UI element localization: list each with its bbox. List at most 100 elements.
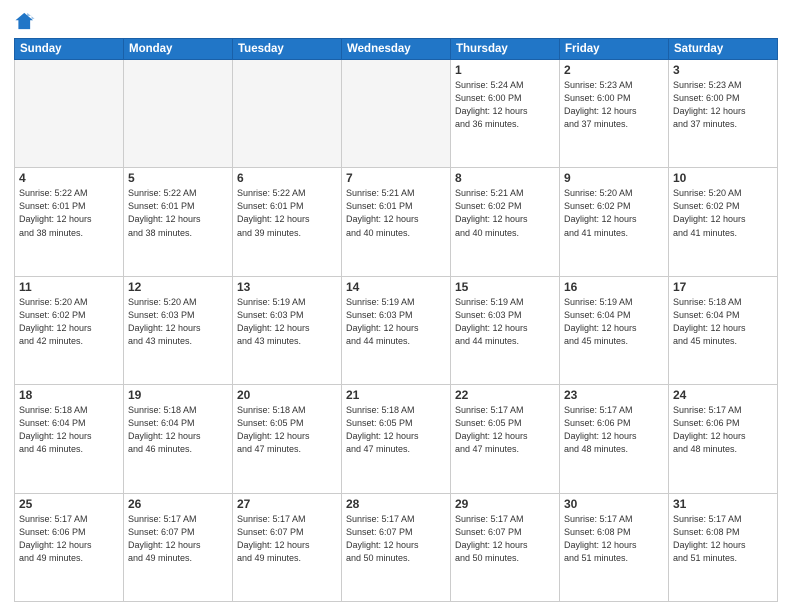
calendar-cell: 10 Sunrise: 5:20 AM Sunset: 6:02 PM Dayli… [669,168,778,276]
calendar-week-1: 1 Sunrise: 5:24 AM Sunset: 6:00 PM Daylig… [15,60,778,168]
day-info: Sunrise: 5:19 AM Sunset: 6:03 PM Dayligh… [455,296,555,348]
calendar-cell: 26Sunrise: 5:17 AM Sunset: 6:07 PM Dayli… [124,493,233,601]
calendar-cell: 5 Sunrise: 5:22 AM Sunset: 6:01 PM Daylig… [124,168,233,276]
calendar-week-5: 25 Sunrise: 5:17 AM Sunset: 6:06 PM Dayli… [15,493,778,601]
day-info: Sunrise: 5:20 AM Sunset: 6:02 PM Dayligh… [19,296,119,348]
day-info: Sunrise: 5:17 AM Sunset: 6:07 PM Dayligh… [128,513,228,565]
calendar-cell: 8 Sunrise: 5:21 AM Sunset: 6:02 PM Daylig… [451,168,560,276]
calendar-cell: 22 Sunrise: 5:17 AM Sunset: 6:05 PM Dayli… [451,385,560,493]
weekday-header-wednesday: Wednesday [342,39,451,60]
calendar-cell [342,60,451,168]
day-info: Sunrise: 5:19 AM Sunset: 6:04 PM Dayligh… [564,296,664,348]
calendar-cell: 15 Sunrise: 5:19 AM Sunset: 6:03 PM Dayli… [451,276,560,384]
weekday-header-row: SundayMondayTuesdayWednesdayThursdayFrid… [15,39,778,60]
day-info: Sunrise: 5:17 AM Sunset: 6:07 PM Dayligh… [237,513,337,565]
day-number: 15 [455,280,555,294]
calendar-table: SundayMondayTuesdayWednesdayThursdayFrid… [14,38,778,602]
day-number: 10 [673,171,773,185]
calendar-cell: 21 Sunrise: 5:18 AM Sunset: 6:05 PM Dayli… [342,385,451,493]
calendar-cell: 17Sunrise: 5:18 AM Sunset: 6:04 PM Dayli… [669,276,778,384]
day-info: Sunrise: 5:23 AM Sunset: 6:00 PM Dayligh… [564,79,664,131]
day-info: Sunrise: 5:17 AM Sunset: 6:07 PM Dayligh… [455,513,555,565]
calendar-week-4: 18 Sunrise: 5:18 AM Sunset: 6:04 PM Dayli… [15,385,778,493]
weekday-header-friday: Friday [560,39,669,60]
day-info: Sunrise: 5:17 AM Sunset: 6:06 PM Dayligh… [564,404,664,456]
day-info: Sunrise: 5:18 AM Sunset: 6:05 PM Dayligh… [237,404,337,456]
calendar-cell: 16 Sunrise: 5:19 AM Sunset: 6:04 PM Dayli… [560,276,669,384]
day-number: 30 [564,497,664,511]
day-info: Sunrise: 5:17 AM Sunset: 6:08 PM Dayligh… [564,513,664,565]
day-info: Sunrise: 5:17 AM Sunset: 6:07 PM Dayligh… [346,513,446,565]
day-number: 18 [19,388,119,402]
calendar-cell: 24Sunrise: 5:17 AM Sunset: 6:06 PM Dayli… [669,385,778,493]
page: SundayMondayTuesdayWednesdayThursdayFrid… [0,0,792,612]
calendar-cell: 19Sunrise: 5:18 AM Sunset: 6:04 PM Dayli… [124,385,233,493]
day-info: Sunrise: 5:21 AM Sunset: 6:01 PM Dayligh… [346,187,446,239]
calendar-cell: 11 Sunrise: 5:20 AM Sunset: 6:02 PM Dayli… [15,276,124,384]
day-number: 1 [455,63,555,77]
day-number: 13 [237,280,337,294]
weekday-header-saturday: Saturday [669,39,778,60]
day-info: Sunrise: 5:17 AM Sunset: 6:06 PM Dayligh… [19,513,119,565]
calendar-cell: 25 Sunrise: 5:17 AM Sunset: 6:06 PM Dayli… [15,493,124,601]
day-info: Sunrise: 5:18 AM Sunset: 6:04 PM Dayligh… [128,404,228,456]
day-info: Sunrise: 5:19 AM Sunset: 6:03 PM Dayligh… [346,296,446,348]
day-info: Sunrise: 5:23 AM Sunset: 6:00 PM Dayligh… [673,79,773,131]
calendar-cell: 23 Sunrise: 5:17 AM Sunset: 6:06 PM Dayli… [560,385,669,493]
logo [14,10,40,32]
calendar-cell: 2Sunrise: 5:23 AM Sunset: 6:00 PM Daylig… [560,60,669,168]
day-number: 25 [19,497,119,511]
calendar-cell: 6Sunrise: 5:22 AM Sunset: 6:01 PM Daylig… [233,168,342,276]
day-number: 28 [346,497,446,511]
calendar-cell: 14Sunrise: 5:19 AM Sunset: 6:03 PM Dayli… [342,276,451,384]
calendar-cell: 20 Sunrise: 5:18 AM Sunset: 6:05 PM Dayli… [233,385,342,493]
day-info: Sunrise: 5:17 AM Sunset: 6:08 PM Dayligh… [673,513,773,565]
day-info: Sunrise: 5:18 AM Sunset: 6:05 PM Dayligh… [346,404,446,456]
calendar-cell: 1 Sunrise: 5:24 AM Sunset: 6:00 PM Daylig… [451,60,560,168]
day-info: Sunrise: 5:22 AM Sunset: 6:01 PM Dayligh… [237,187,337,239]
calendar-cell: 12 Sunrise: 5:20 AM Sunset: 6:03 PM Dayli… [124,276,233,384]
day-number: 24 [673,388,773,402]
day-info: Sunrise: 5:21 AM Sunset: 6:02 PM Dayligh… [455,187,555,239]
day-number: 4 [19,171,119,185]
day-number: 27 [237,497,337,511]
calendar-week-3: 11 Sunrise: 5:20 AM Sunset: 6:02 PM Dayli… [15,276,778,384]
day-number: 7 [346,171,446,185]
calendar-cell [233,60,342,168]
day-number: 21 [346,388,446,402]
day-info: Sunrise: 5:22 AM Sunset: 6:01 PM Dayligh… [128,187,228,239]
day-number: 17 [673,280,773,294]
day-info: Sunrise: 5:20 AM Sunset: 6:02 PM Dayligh… [564,187,664,239]
calendar-cell: 29Sunrise: 5:17 AM Sunset: 6:07 PM Dayli… [451,493,560,601]
day-info: Sunrise: 5:20 AM Sunset: 6:02 PM Dayligh… [673,187,773,239]
calendar-cell: 28 Sunrise: 5:17 AM Sunset: 6:07 PM Dayli… [342,493,451,601]
weekday-header-tuesday: Tuesday [233,39,342,60]
day-number: 23 [564,388,664,402]
calendar-cell: 31 Sunrise: 5:17 AM Sunset: 6:08 PM Dayli… [669,493,778,601]
day-number: 22 [455,388,555,402]
weekday-header-monday: Monday [124,39,233,60]
day-number: 12 [128,280,228,294]
day-number: 3 [673,63,773,77]
day-info: Sunrise: 5:24 AM Sunset: 6:00 PM Dayligh… [455,79,555,131]
calendar-cell: 4Sunrise: 5:22 AM Sunset: 6:01 PM Daylig… [15,168,124,276]
day-info: Sunrise: 5:17 AM Sunset: 6:05 PM Dayligh… [455,404,555,456]
day-number: 20 [237,388,337,402]
day-number: 31 [673,497,773,511]
day-info: Sunrise: 5:19 AM Sunset: 6:03 PM Dayligh… [237,296,337,348]
day-info: Sunrise: 5:18 AM Sunset: 6:04 PM Dayligh… [19,404,119,456]
calendar-cell: 7 Sunrise: 5:21 AM Sunset: 6:01 PM Daylig… [342,168,451,276]
day-number: 16 [564,280,664,294]
calendar-cell: 27 Sunrise: 5:17 AM Sunset: 6:07 PM Dayli… [233,493,342,601]
day-number: 9 [564,171,664,185]
day-number: 8 [455,171,555,185]
day-info: Sunrise: 5:20 AM Sunset: 6:03 PM Dayligh… [128,296,228,348]
calendar-cell [15,60,124,168]
weekday-header-thursday: Thursday [451,39,560,60]
calendar-cell: 9 Sunrise: 5:20 AM Sunset: 6:02 PM Daylig… [560,168,669,276]
day-number: 5 [128,171,228,185]
calendar-cell: 18 Sunrise: 5:18 AM Sunset: 6:04 PM Dayli… [15,385,124,493]
calendar-cell: 3 Sunrise: 5:23 AM Sunset: 6:00 PM Daylig… [669,60,778,168]
weekday-header-sunday: Sunday [15,39,124,60]
day-number: 11 [19,280,119,294]
